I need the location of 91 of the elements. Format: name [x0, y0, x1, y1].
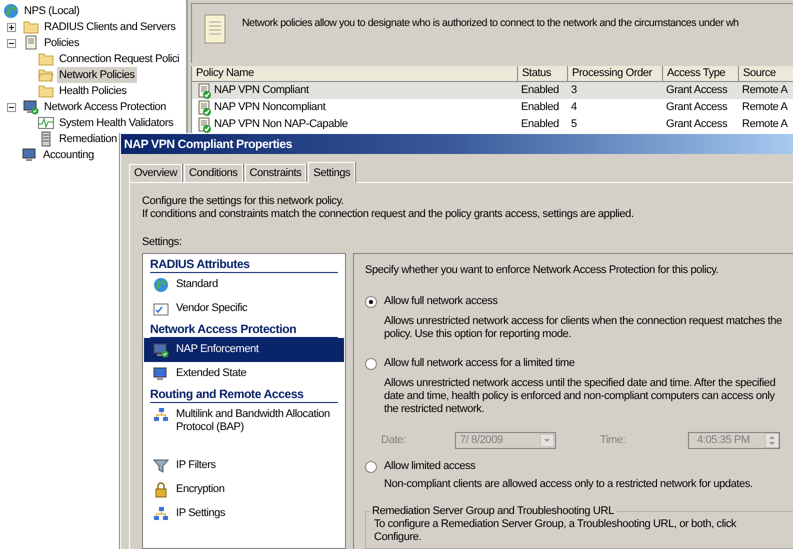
time-label: Time:	[600, 433, 626, 448]
tree-item[interactable]: Network Access Protection	[42, 98, 168, 116]
spinner-arrows-icon	[765, 433, 779, 448]
column-header[interactable]: Source	[739, 66, 793, 82]
table-cell-text: Enabled	[521, 117, 559, 132]
settings-item[interactable]: Extended State	[144, 362, 344, 386]
scroll-icon	[202, 14, 228, 46]
description-text: Network policies allow you to designate who is authorized to connect to the network and the circumstances under wh	[242, 16, 739, 31]
dialog-title: NAP VPN Compliant Properties	[124, 136, 292, 153]
settings-item[interactable]: Vendor Specific	[144, 297, 344, 321]
column-header[interactable]: Status	[518, 66, 568, 82]
table-cell-text: Remote A	[742, 83, 788, 98]
tree-item[interactable]: RADIUS Clients and Servers	[42, 18, 178, 36]
column-header[interactable]: Processing Order	[568, 66, 663, 82]
folder-icon	[38, 84, 54, 98]
table-cell-text: 5	[571, 117, 577, 132]
expand-icon[interactable]	[7, 22, 16, 32]
settings-item[interactable]: NAP Enforcement	[144, 338, 344, 362]
column-header[interactable]: Access Type	[663, 66, 739, 82]
settings-label: Settings:	[142, 236, 183, 249]
tab[interactable]: Overview	[129, 164, 182, 182]
settings-item[interactable]: IP Filters	[144, 454, 344, 478]
folder-icon	[23, 20, 39, 34]
table-cell-text: Enabled	[521, 83, 559, 98]
computer-shield-icon	[23, 99, 39, 115]
tree-item[interactable]: NPS (Local)	[22, 2, 82, 20]
tree-item[interactable]: System Health Validators	[57, 114, 176, 132]
group-box-title: Remediation Server Group and Troubleshooting URL	[371, 505, 615, 518]
folder-icon	[38, 52, 54, 66]
tree-item[interactable]: Health Policies	[57, 82, 129, 100]
table-cell-text: Grant Access	[666, 83, 728, 98]
monitor-icon	[153, 366, 169, 382]
table-cell-text: 3	[571, 83, 577, 98]
settings-item[interactable]: Encryption	[144, 478, 344, 502]
radio-button[interactable]	[365, 296, 377, 308]
table-cell-text: Remote A	[742, 100, 788, 116]
table-row[interactable]: NAP VPN Compliant Enabled 3 Grant Access Remote A	[192, 82, 793, 99]
table-cell-text: NAP VPN Noncompliant	[214, 100, 326, 116]
checklist-icon	[153, 301, 169, 317]
prompt-text: Specify whether you want to enforce Network Access Protection for this policy.	[365, 264, 720, 277]
dropdown-arrow-icon	[540, 434, 554, 447]
table-cell-text: Grant Access	[666, 100, 728, 116]
group-box-text: To configure a Remediation Server Group, a Troubleshooting URL, or both, click Configure.	[374, 518, 738, 544]
section-heading: RADIUS Attributes	[150, 257, 338, 273]
date-label: Date:	[381, 433, 407, 448]
tab[interactable]: Settings	[308, 162, 356, 183]
document-check-icon	[196, 100, 212, 116]
globe-icon	[3, 3, 19, 19]
radio-button[interactable]	[365, 358, 377, 370]
time-spinner: 4:05:35 PM	[688, 432, 780, 449]
funnel-icon	[153, 458, 169, 474]
tab[interactable]: Conditions	[184, 164, 243, 182]
table-cell-text: 4	[571, 100, 577, 116]
padlock-icon	[153, 482, 169, 498]
collapse-icon[interactable]	[7, 38, 16, 48]
document-check-icon	[196, 82, 212, 98]
network-icon	[153, 506, 169, 522]
monitor-icon	[22, 147, 38, 163]
computer-shield-icon	[153, 342, 169, 358]
tree-item[interactable]: Policies	[42, 34, 82, 52]
settings-item[interactable]: IP Settings	[144, 502, 344, 526]
option-label[interactable]: Allow limited access	[384, 460, 476, 473]
tree-item[interactable]: Connection Request Polici	[57, 50, 182, 68]
option-description: Allows unrestricted network access for clients when the connection request matches the policy. Use this option for reporting mode.	[383, 315, 783, 341]
option-label[interactable]: Allow full network access for a limited time	[384, 357, 575, 370]
scroll-icon	[23, 35, 39, 51]
tree-item[interactable]: Remediation	[57, 130, 119, 148]
intro-text: If conditions and constraints match the connection request and the policy grants access, settings are applied.	[142, 208, 635, 221]
table-cell-text: Grant Access	[666, 117, 728, 132]
intro-text: Configure the settings for this network policy.	[142, 195, 345, 208]
date-picker: 7/ 8/2009	[455, 432, 556, 449]
collapse-icon[interactable]	[7, 102, 16, 112]
settings-item[interactable]: Multilink and Bandwidth Allocation Protocol (BAP)	[144, 403, 344, 454]
globe-icon	[153, 277, 169, 293]
tree-item[interactable]: Network Policies	[57, 66, 137, 84]
option-description: Allows unrestricted network access until the specified date and time. After the specified date and time, health policy is enforced and non-compliant computers can access only the restricted network.	[383, 377, 776, 416]
pulse-chart-icon	[38, 115, 54, 131]
table-cell-text: NAP VPN Non NAP-Capable	[214, 117, 348, 132]
column-header[interactable]: Policy Name	[192, 66, 518, 82]
network-icon	[153, 407, 169, 423]
table-cell-text: Enabled	[521, 100, 559, 116]
option-label[interactable]: Allow full network access	[384, 295, 498, 308]
option-description: Non-compliant clients are allowed access only to a restricted network for updates.	[383, 478, 754, 491]
table-cell-text: NAP VPN Compliant	[214, 83, 309, 98]
section-heading: Routing and Remote Access	[150, 387, 338, 403]
radio-button[interactable]	[365, 460, 377, 472]
table-cell-text: Remote A	[742, 117, 788, 132]
tree-item[interactable]: Accounting	[41, 146, 96, 164]
tab[interactable]: Constraints	[244, 164, 306, 182]
settings-item[interactable]: Standard	[144, 273, 344, 297]
folder-icon	[38, 68, 54, 82]
